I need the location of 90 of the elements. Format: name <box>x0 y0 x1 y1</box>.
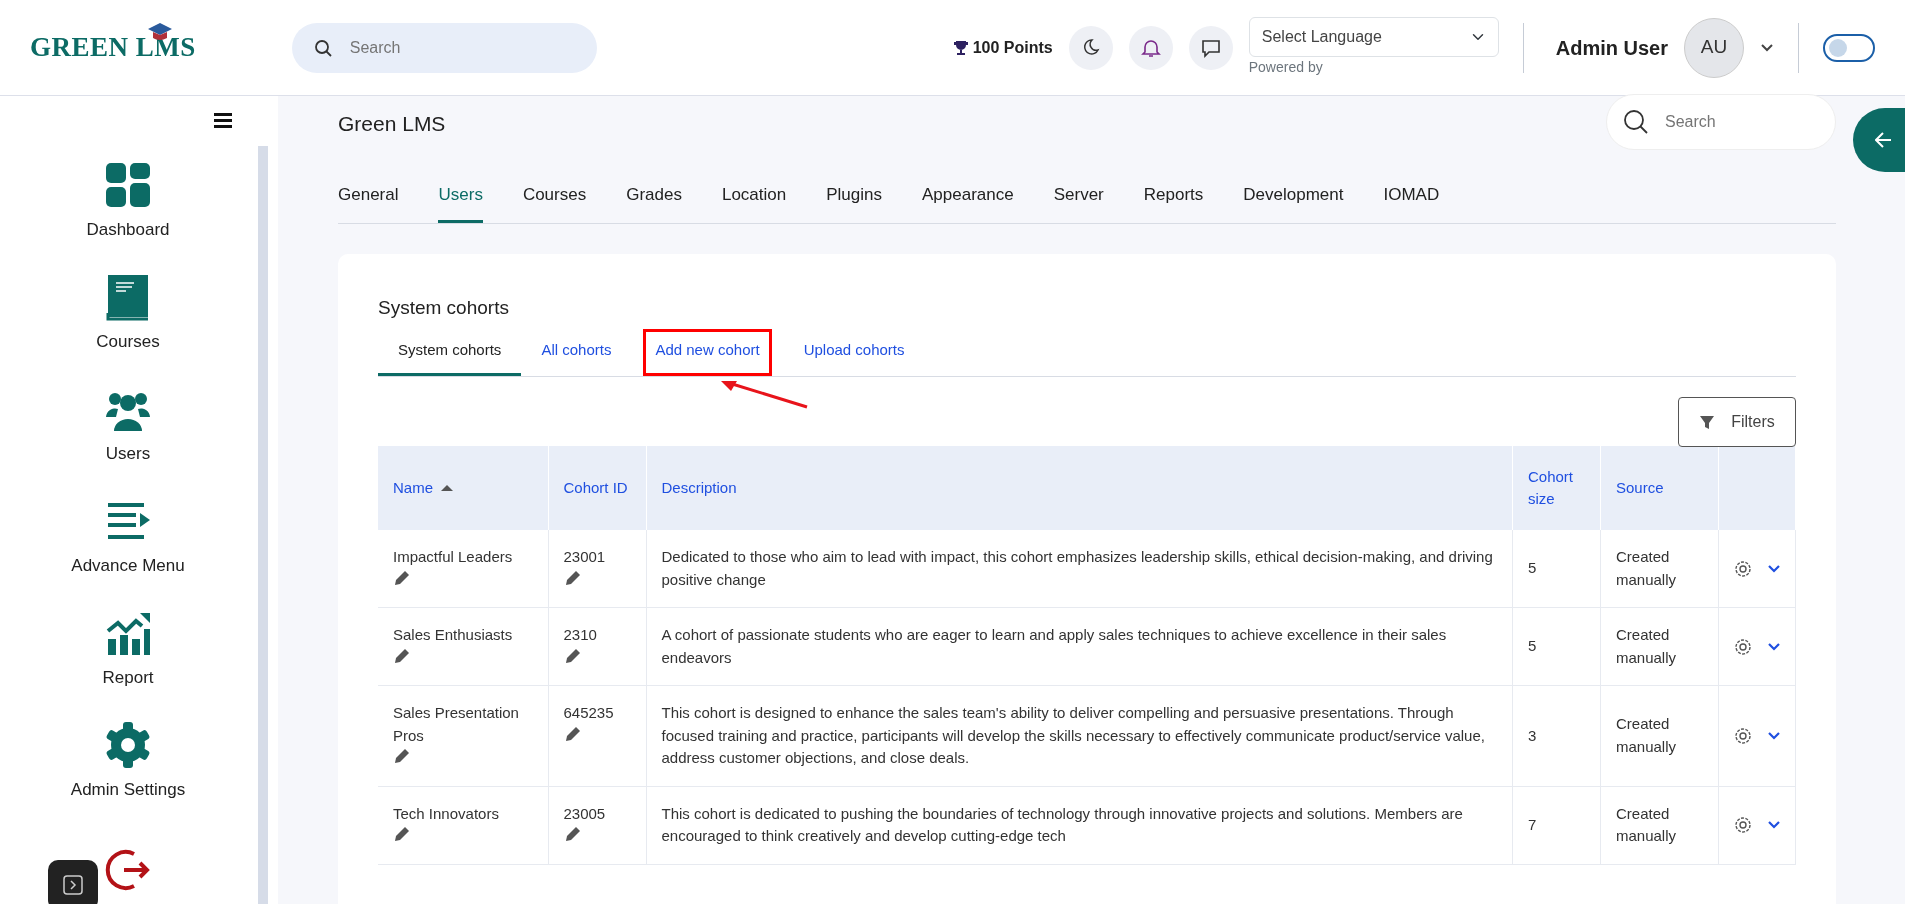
dashboard-grid-icon <box>104 161 152 210</box>
table-cell-text: Sales Presentation Pros <box>393 703 520 746</box>
filters-button[interactable]: Filters <box>1678 397 1796 447</box>
gear-icon[interactable] <box>1734 637 1752 656</box>
sidebar-item[interactable]: Users <box>0 370 256 482</box>
gear-icon[interactable] <box>1734 816 1752 834</box>
sidebar-item[interactable]: Advance Menu <box>0 482 256 594</box>
tab[interactable]: All cohorts <box>521 328 632 376</box>
tab[interactable]: Reports <box>1143 177 1204 223</box>
tab[interactable]: Add new cohort <box>643 328 772 376</box>
tab[interactable]: Development <box>1243 177 1344 223</box>
table-cell-text: Tech Innovators <box>393 803 500 824</box>
bell-icon <box>1140 37 1161 58</box>
gear-icon[interactable] <box>1734 559 1752 578</box>
table-cell-text: 2310 <box>563 625 598 645</box>
chevron-down-icon[interactable] <box>1768 731 1780 740</box>
tab[interactable]: Courses <box>522 177 587 223</box>
chevron-down-icon[interactable] <box>1768 821 1780 829</box>
chevron-down-icon[interactable] <box>1760 43 1774 52</box>
logo: GREEN LMS <box>30 27 196 68</box>
tab[interactable]: General <box>338 177 399 223</box>
table-cell: Created manually <box>1600 685 1719 786</box>
tab[interactable]: Users <box>438 177 483 223</box>
section-heading: System cohorts <box>378 296 510 320</box>
tab[interactable]: Server <box>1053 177 1104 223</box>
tab[interactable]: Grades <box>626 177 682 223</box>
user-avatar[interactable]: AU <box>1684 17 1744 78</box>
search-icon <box>1623 109 1648 134</box>
search-field[interactable]: Search <box>291 22 597 73</box>
table-cell-text: Impactful Leaders <box>393 547 514 567</box>
edit-icon[interactable] <box>393 825 410 842</box>
user-name: Admin User <box>1555 35 1668 61</box>
expand-panel-button[interactable] <box>48 860 98 904</box>
edit-icon[interactable] <box>393 568 410 586</box>
edit-icon[interactable] <box>563 825 581 842</box>
edit-icon[interactable] <box>393 646 410 664</box>
tab[interactable]: Plugins <box>826 177 882 223</box>
table-cell-text: 645235 <box>563 703 615 723</box>
page-title: Green LMS <box>338 111 446 137</box>
table-cell-text: 23005 <box>563 803 607 824</box>
table-cell: Dedicated to those who aim to lead with impact, this cohort emphasizes leadership skills, ethical decision-making, and driving positive change <box>646 530 1513 608</box>
table-cell: 5 <box>1512 530 1601 608</box>
table-cell: Created manually <box>1600 530 1719 608</box>
tab[interactable]: Location <box>721 177 787 223</box>
trophy-icon <box>952 39 969 56</box>
language-select[interactable]: Select Language <box>1248 17 1499 57</box>
tab[interactable]: Appearance <box>922 177 1014 223</box>
edit-icon[interactable] <box>563 568 581 586</box>
table-cell: A cohort of passionate students who are eager to learn and apply sales techniques to achieve excellence in their sales endeavors <box>646 607 1513 686</box>
menu-icon[interactable] <box>214 112 232 129</box>
gear-icon <box>104 721 152 770</box>
table-cell: Created manually <box>1600 786 1719 864</box>
table-cell: This cohort is dedicated to pushing the boundaries of technology through innovative projects and solutions. Members are encouraged to think creatively and develop cutting-edge tech <box>646 786 1513 864</box>
table-cell-text: 23001 <box>563 547 607 567</box>
table-cell: 5 <box>1512 607 1601 686</box>
table-cell: This cohort is designed to enhance the sales team's ability to deliver compelling and persuasive presentations. Through focused training and practice, participants will develop the skills necessary to effectively communicate product/service value, address customer objections, and close deals. <box>646 685 1513 786</box>
column-header[interactable]: Description <box>646 446 1513 530</box>
column-header[interactable]: Cohort ID <box>548 446 646 530</box>
sidebar-item[interactable]: Report <box>0 594 256 706</box>
tab[interactable]: IOMAD <box>1383 177 1440 223</box>
chat-icon <box>1200 37 1221 58</box>
chevron-down-icon[interactable] <box>1768 564 1780 573</box>
sidebar-item[interactable]: Courses <box>0 258 256 370</box>
arrow-left-icon <box>1875 131 1893 149</box>
search-field[interactable]: Search <box>1606 94 1836 150</box>
tab[interactable]: System cohorts <box>378 328 522 376</box>
column-header[interactable]: Name <box>378 446 548 530</box>
table-cell: 3 <box>1512 685 1601 786</box>
expand-icon <box>63 875 83 895</box>
chevron-down-icon[interactable] <box>1768 642 1780 651</box>
filter-icon <box>1699 414 1716 430</box>
theme-toggle[interactable] <box>1823 33 1875 62</box>
back-button[interactable] <box>1853 108 1905 172</box>
powered-by-text: Powered by <box>1248 58 1324 77</box>
sort-icon <box>441 485 453 491</box>
edit-icon[interactable] <box>563 646 581 664</box>
edit-icon[interactable] <box>393 747 410 764</box>
column-header[interactable]: Cohort size <box>1512 446 1601 530</box>
search-icon <box>313 38 332 57</box>
table-cell: 7 <box>1512 786 1601 864</box>
table-cell: Created manually <box>1600 607 1719 686</box>
edit-icon[interactable] <box>563 724 581 742</box>
moon-icon <box>1081 38 1101 57</box>
gear-icon[interactable] <box>1734 726 1752 745</box>
points-text: 100 Points <box>972 37 1053 58</box>
tab[interactable]: Upload cohorts <box>783 328 925 376</box>
sidebar-item[interactable]: Dashboard <box>0 146 256 258</box>
table-cell-text: Sales Enthusiasts <box>393 625 514 645</box>
column-header[interactable]: Source <box>1600 446 1719 530</box>
sidebar-item[interactable]: Admin Settings <box>0 706 256 818</box>
